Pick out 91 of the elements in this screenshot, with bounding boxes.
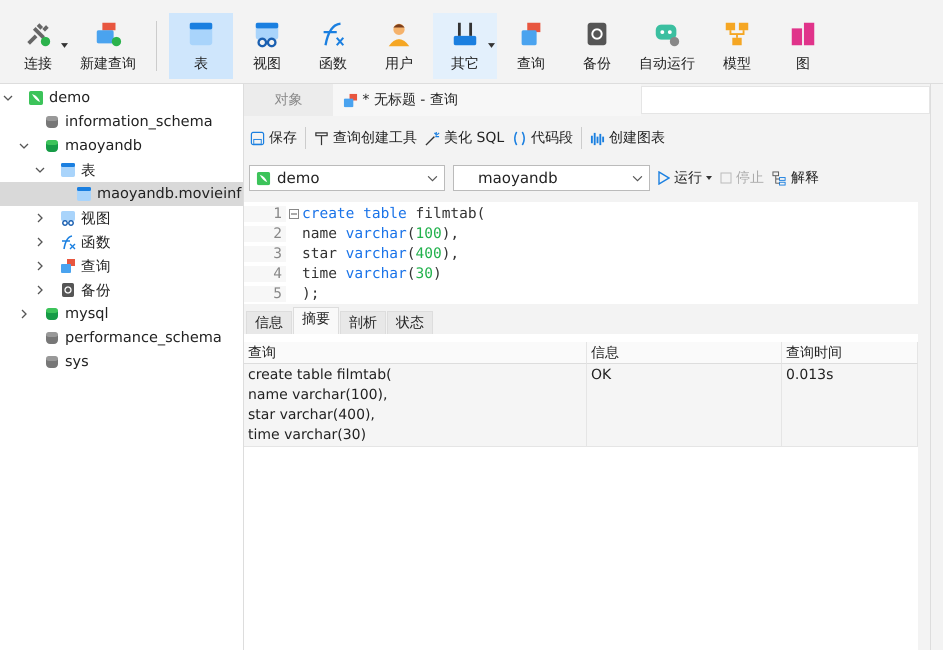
- query-icon: [60, 258, 76, 274]
- chevron-right-icon[interactable]: [35, 285, 45, 295]
- toolbar-button[interactable]: 函数: [301, 12, 365, 78]
- tree-item[interactable]: performance_schema: [0, 326, 243, 350]
- tree-item[interactable]: 表: [0, 158, 243, 182]
- tree-item[interactable]: 函数: [0, 230, 243, 254]
- query-icon: [343, 92, 358, 108]
- line-number: 2: [244, 226, 286, 242]
- table-icon: [76, 186, 92, 202]
- database-icon: [44, 114, 60, 130]
- line-number: 4: [244, 266, 286, 282]
- tree-item[interactable]: maoyandb.movieinf: [0, 182, 243, 206]
- chevron-down-icon: [427, 174, 438, 182]
- code-line: create table filmtab(: [302, 206, 486, 222]
- chart-icon: [590, 130, 606, 146]
- tree-item[interactable]: demo: [0, 86, 243, 110]
- run-button[interactable]: 运行: [658, 169, 712, 187]
- toolbar-button[interactable]: 美化 SQL: [425, 129, 504, 147]
- save-icon: [250, 130, 265, 146]
- view-icon: [60, 210, 76, 226]
- column-header[interactable]: 信息: [587, 342, 782, 364]
- stop-icon: [720, 172, 732, 184]
- line-number: 3: [244, 246, 286, 262]
- toolbar-button[interactable]: 连接: [6, 12, 70, 78]
- chevron-down-icon: [632, 174, 643, 182]
- database-icon: [44, 330, 60, 346]
- tree-item[interactable]: information_schema: [0, 110, 243, 134]
- chevron-down-icon[interactable]: [35, 165, 45, 175]
- explain-button[interactable]: 解释: [772, 169, 819, 187]
- database-icon: [44, 306, 60, 322]
- toolbar-button[interactable]: 视图: [235, 12, 299, 78]
- chevron-right-icon[interactable]: [35, 213, 45, 223]
- chevron-down-icon[interactable]: [19, 141, 29, 151]
- database-dropdown[interactable]: maoyandb: [453, 165, 650, 191]
- toolbar-button[interactable]: 表: [169, 12, 233, 78]
- toolbar-button[interactable]: 保存: [250, 129, 297, 147]
- chevron-right-icon[interactable]: [35, 237, 45, 247]
- toolbar-button[interactable]: 自动运行: [631, 12, 703, 78]
- code-editor[interactable]: 1 create table filmtab( 2 name varchar(100), 3 star varchar(400), 4 time varchar(30) 5 );: [244, 202, 918, 304]
- tab[interactable]: 状态: [387, 311, 433, 334]
- tree-item[interactable]: 备份: [0, 278, 243, 302]
- table-cell: create table filmtab( name varchar(100), star varchar(400), time varchar(30): [244, 364, 587, 446]
- hammer-icon: [314, 130, 329, 146]
- tree-item[interactable]: sys: [0, 350, 243, 374]
- database-icon: [44, 354, 60, 370]
- table-icon: [60, 162, 76, 178]
- leaf-icon: [256, 170, 271, 186]
- tree-item[interactable]: mysql: [0, 302, 243, 326]
- chevron-down-icon[interactable]: [3, 93, 13, 103]
- tab[interactable]: 摘要: [293, 307, 339, 334]
- caret-icon: [61, 42, 68, 48]
- diagram-icon: [772, 170, 787, 186]
- toolbar-button[interactable]: 用户: [367, 12, 431, 78]
- toolbar-button[interactable]: 图: [771, 12, 835, 78]
- code-line: name varchar(100),: [302, 226, 460, 242]
- code-line: );: [302, 286, 320, 302]
- connection-dropdown[interactable]: demo: [249, 165, 445, 191]
- tab[interactable]: * 无标题 - 查询: [333, 84, 641, 116]
- table-cell: 0.013s: [782, 364, 918, 446]
- column-header[interactable]: 查询: [244, 342, 587, 364]
- line-number: 1: [244, 206, 286, 222]
- code-line: star varchar(400),: [302, 246, 460, 262]
- tree-item[interactable]: 视图: [0, 206, 243, 230]
- tab[interactable]: 剖析: [340, 311, 386, 334]
- play-icon: [658, 171, 670, 185]
- toolbar-button[interactable]: 创建图表: [590, 129, 666, 147]
- toolbar-button[interactable]: 代码段: [512, 129, 574, 147]
- tab[interactable]: 信息: [246, 311, 292, 334]
- function-icon: [60, 234, 76, 250]
- toolbar-button[interactable]: 备份: [565, 12, 629, 78]
- caret-icon: [706, 176, 712, 180]
- chevron-right-icon[interactable]: [35, 261, 45, 271]
- backup-icon: [60, 282, 76, 298]
- tree-item[interactable]: 查询: [0, 254, 243, 278]
- leaf-icon: [28, 90, 44, 106]
- toolbar-button[interactable]: 其它: [433, 12, 497, 78]
- caret-icon: [488, 42, 495, 48]
- column-header[interactable]: 查询时间: [782, 342, 918, 364]
- chevron-right-icon[interactable]: [19, 309, 29, 319]
- tree-item[interactable]: maoyandb: [0, 134, 243, 158]
- parentheses-icon: [512, 130, 528, 146]
- toolbar-button[interactable]: 新建查询: [72, 12, 144, 78]
- database-icon: [44, 138, 60, 154]
- line-number: 5: [244, 286, 286, 302]
- toolbar-button[interactable]: 查询创建工具: [314, 129, 417, 147]
- fold-icon[interactable]: [289, 209, 299, 219]
- toolbar-button[interactable]: 查询: [499, 12, 563, 78]
- toolbar-button[interactable]: 模型: [705, 12, 769, 78]
- table-cell: OK: [587, 364, 782, 446]
- code-line: time varchar(30): [302, 266, 442, 282]
- wand-icon: [425, 130, 440, 146]
